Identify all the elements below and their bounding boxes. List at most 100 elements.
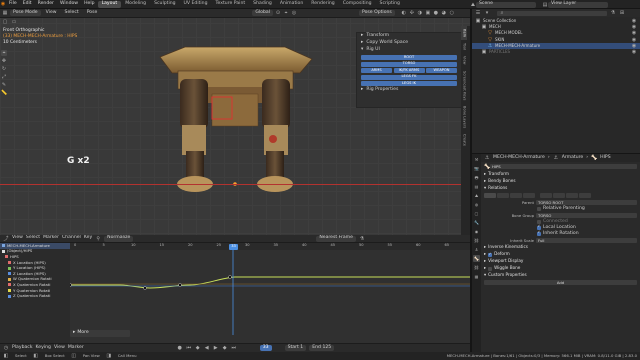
menu-pose[interactable]: Pose xyxy=(84,10,101,16)
layer-button[interactable] xyxy=(484,193,496,198)
bendy-bones-section-header[interactable]: ▸ Bendy Bones xyxy=(481,178,640,185)
inherit-scale-field[interactable]: Full xyxy=(536,238,637,243)
mode-selector[interactable]: Pose Mode xyxy=(10,10,41,16)
visibility-eye-icon[interactable]: ◉ xyxy=(631,43,637,49)
transform-panel-header[interactable]: ▸ Transform xyxy=(357,33,461,40)
menu-view[interactable]: View xyxy=(43,10,60,16)
sidebar-tab-create[interactable]: Create xyxy=(461,131,467,149)
wiggle-bone-checkbox[interactable] xyxy=(488,266,493,271)
proportional-icon[interactable]: ◎ xyxy=(291,10,297,16)
pin-icon[interactable]: ⚲ xyxy=(95,236,101,242)
select-box-icon[interactable]: ▭ xyxy=(11,19,17,25)
visibility-eye-icon[interactable]: ◉ xyxy=(631,24,637,30)
menu-render[interactable]: Render xyxy=(35,0,57,9)
legs-fk-layer-button[interactable]: LEGS FK xyxy=(361,74,457,80)
layer-button[interactable] xyxy=(553,193,565,198)
jump-start-icon[interactable]: ⏮ xyxy=(186,345,192,351)
snap-icon[interactable]: ⌖ xyxy=(283,10,289,16)
3d-viewport[interactable]: ▦ Pose Mode View Select Pose Global ⊙ ⌖ … xyxy=(0,9,470,235)
texture-tab-icon[interactable]: ▦ xyxy=(473,273,480,280)
xray-icon[interactable]: ▣ xyxy=(425,10,431,16)
pose-options-button[interactable]: Pose Options xyxy=(359,10,395,16)
more-panel-toggle[interactable]: ▸ More xyxy=(70,330,130,337)
scene-tab-icon[interactable]: ⛰ xyxy=(473,192,480,199)
workspace-tab-rendering[interactable]: Rendering xyxy=(307,1,338,8)
output-tab-icon[interactable]: 🖶 xyxy=(473,174,480,181)
cursor-tool-icon[interactable]: ⌖ xyxy=(1,50,7,56)
end-frame-field[interactable]: End 125 xyxy=(309,345,335,351)
bone-constraint-tab-icon[interactable]: ⛓ xyxy=(473,264,480,271)
sidebar-tab-bone-layers[interactable]: Bone Layers xyxy=(461,103,467,131)
relative-parenting-checkbox[interactable] xyxy=(537,207,541,211)
outliner-search-input[interactable]: ⌕ xyxy=(497,10,607,16)
menu-help[interactable]: Help xyxy=(81,0,97,9)
timeline-menu-view[interactable]: View xyxy=(54,345,65,351)
inherit-rotation-checkbox[interactable] xyxy=(537,232,541,236)
deform-checkbox[interactable] xyxy=(488,252,493,257)
inverse-kinematics-section-header[interactable]: ▸ Inverse Kinematics xyxy=(481,244,640,251)
scale-tool-icon[interactable]: ⤢ xyxy=(1,74,7,80)
solid-shading-icon[interactable]: ● xyxy=(433,10,439,16)
root-layer-button[interactable]: ROOT xyxy=(361,55,457,60)
sidebar-tab-view[interactable]: View xyxy=(461,53,467,68)
layer-button[interactable] xyxy=(566,193,578,198)
parent-field[interactable]: TORSO ROOT xyxy=(536,200,637,205)
measure-tool-icon[interactable]: 📏 xyxy=(1,90,7,96)
graph-editor-type-icon[interactable]: ⤴ xyxy=(3,236,9,242)
view-layer-selector[interactable]: View Layer xyxy=(548,1,608,8)
menu-file[interactable]: File xyxy=(6,0,20,9)
world-tab-icon[interactable]: ◍ xyxy=(473,201,480,208)
visibility-eye-icon[interactable]: ◉ xyxy=(631,37,637,43)
armature-data-tab-icon[interactable]: ⚓ xyxy=(473,246,480,253)
start-frame-field[interactable]: Start 1 xyxy=(284,345,307,351)
legs-ik-layer-button[interactable]: LEGS IK xyxy=(361,81,457,86)
filter-icon[interactable]: ⚗ xyxy=(359,236,365,242)
annotate-tool-icon[interactable]: ✎ xyxy=(1,82,7,88)
physics-tab-icon[interactable]: ◉ xyxy=(473,228,480,235)
layer-button[interactable] xyxy=(510,193,522,198)
transform-section-header[interactable]: ▸ Transform xyxy=(481,171,640,178)
current-frame-indicator[interactable]: 33 xyxy=(229,244,238,250)
graph-menu-key[interactable]: Key xyxy=(84,236,92,241)
workspace-tab-modeling[interactable]: Modeling xyxy=(121,1,150,8)
workspace-tab-animation[interactable]: Animation xyxy=(276,1,307,8)
workspace-tab-scripting[interactable]: Scripting xyxy=(376,1,404,8)
menu-window[interactable]: Window xyxy=(57,0,81,9)
weapon-layer-button[interactable]: WEAPON xyxy=(426,68,457,73)
visibility-eye-icon[interactable]: ◉ xyxy=(631,49,637,55)
graph-menu-select[interactable]: Select xyxy=(26,236,40,241)
pivot-selector[interactable]: Nearest Frame xyxy=(316,235,356,242)
ik-fk-arms-layer-button[interactable]: IK/FK ARMS xyxy=(393,68,425,73)
fcurve-plot[interactable] xyxy=(70,250,470,335)
graph-menu-channel[interactable]: Channel xyxy=(62,236,81,241)
display-mode-icon[interactable]: ▾ xyxy=(484,10,490,16)
workspace-tab-compositing[interactable]: Compositing xyxy=(339,1,376,8)
rotate-tool-icon[interactable]: ↻ xyxy=(1,66,7,72)
render-tab-icon[interactable]: 📷 xyxy=(473,165,480,172)
deform-section-header[interactable]: ▸Deform xyxy=(481,251,640,258)
graph-menu-view[interactable]: View xyxy=(12,236,23,241)
timeline-editor-type-icon[interactable]: ◷ xyxy=(3,345,9,351)
bone-tab-icon[interactable]: 🦴 xyxy=(473,255,480,262)
filter-icon[interactable]: ⚗ xyxy=(610,10,616,16)
object-tab-icon[interactable]: ▢ xyxy=(473,210,480,217)
tool-tab-icon[interactable]: ⚒ xyxy=(473,156,480,163)
menu-edit[interactable]: Edit xyxy=(20,0,35,9)
visibility-eye-icon[interactable]: ◉ xyxy=(631,30,637,36)
transform-orientation-selector[interactable]: Global xyxy=(252,10,273,16)
layer-button[interactable] xyxy=(579,193,591,198)
timeline-menu-playback[interactable]: Playback xyxy=(12,345,33,351)
custom-properties-section-header[interactable]: ▾ Custom Properties xyxy=(481,272,640,279)
torso-layer-button[interactable]: TORSO xyxy=(361,61,457,67)
relations-section-header[interactable]: ▾ Relations xyxy=(481,185,640,192)
scene-selector[interactable]: Scene xyxy=(476,1,536,8)
workspace-tab-sculpting[interactable]: Sculpting xyxy=(150,1,179,8)
editor-type-icon[interactable]: ▦ xyxy=(2,10,8,16)
next-key-icon[interactable]: ◆ xyxy=(222,345,228,351)
sidebar-tab-tool[interactable]: Tool xyxy=(461,40,467,53)
view-layer-tab-icon[interactable]: ▤ xyxy=(473,183,480,190)
overlay-icon[interactable]: ◑ xyxy=(417,10,423,16)
channel-row[interactable]: Z Quaternion Rotati xyxy=(0,293,70,299)
visibility-icon[interactable]: ◐ xyxy=(401,10,407,16)
pivot-icon[interactable]: ⊙ xyxy=(275,10,281,16)
